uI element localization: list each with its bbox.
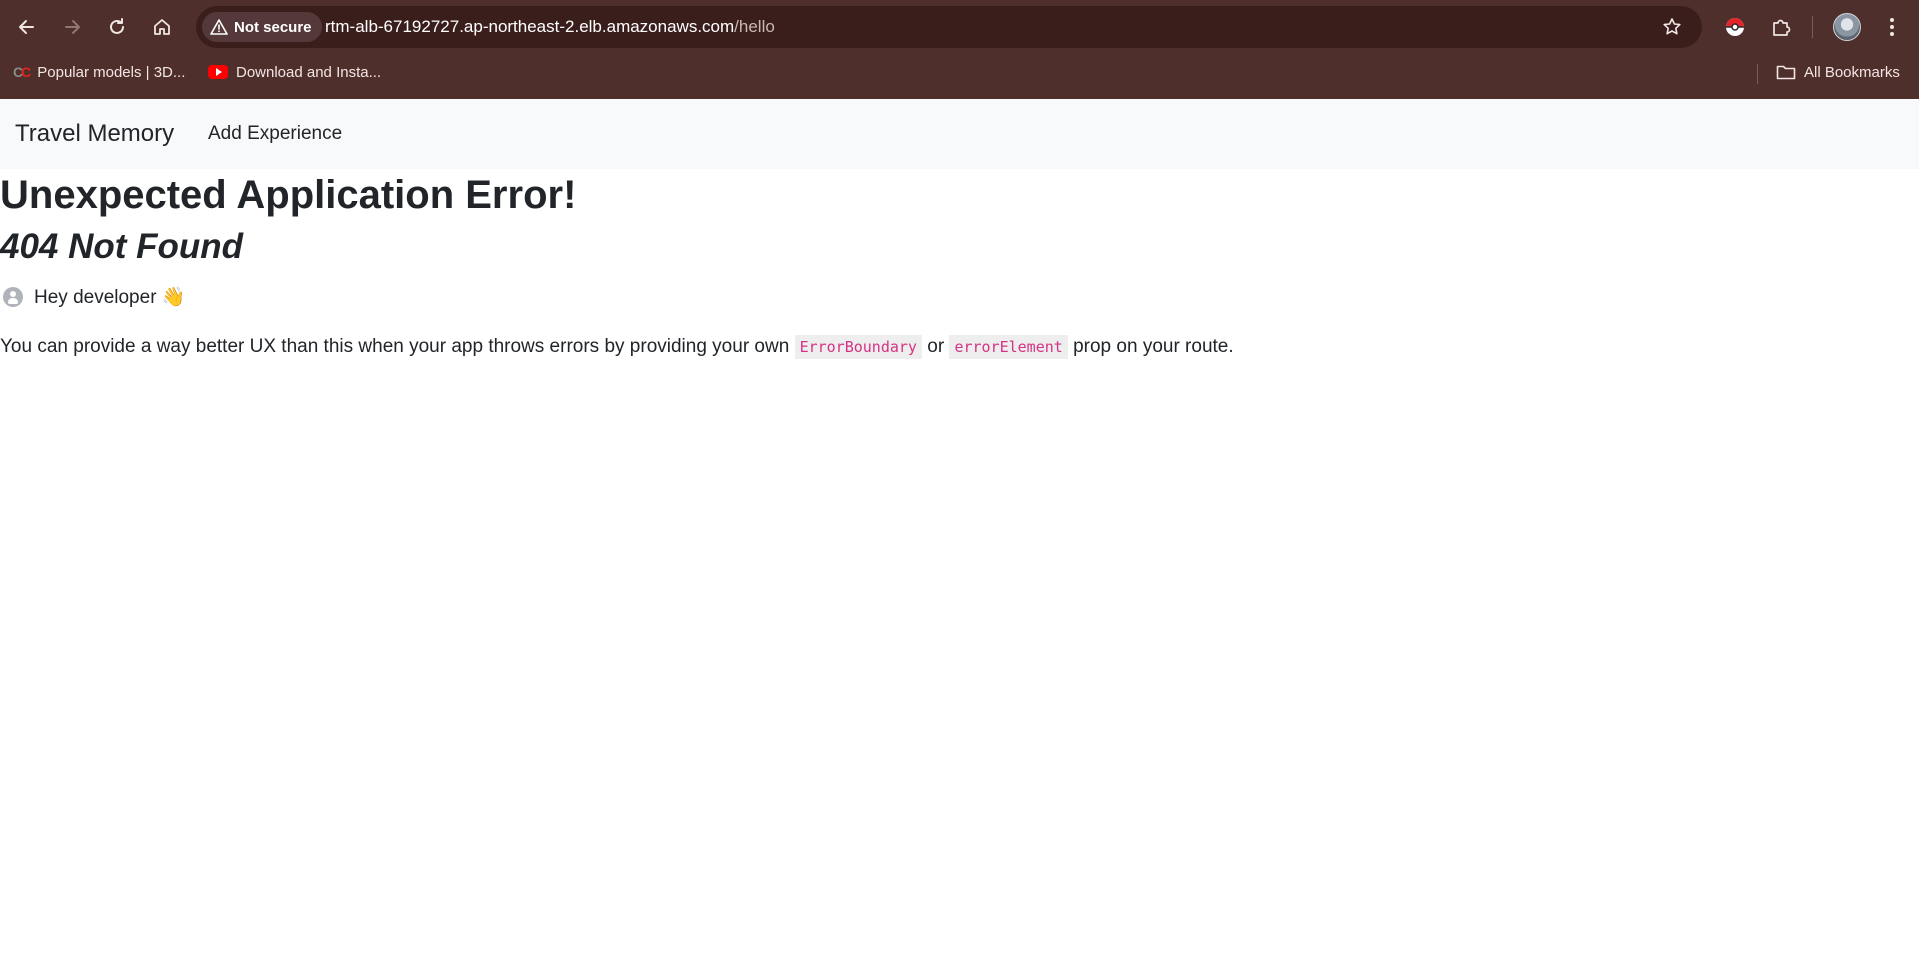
help-text-mid: or [927,336,945,357]
waving-hand-icon: 👋 [161,287,186,308]
avatar [1833,13,1861,41]
pokeball-icon [1726,18,1744,36]
forward-button[interactable] [54,9,90,45]
error-help-text: You can provide a way better UX than thi… [0,332,1234,362]
developer-greeting: Hey developer 👋 [0,283,185,311]
help-text-start: You can provide a way better UX than thi… [0,336,790,357]
all-bookmarks-label: All Bookmarks [1804,63,1900,81]
brand-link[interactable]: Travel Memory [15,99,174,169]
bookmark-item-popular-models[interactable]: CC Popular models | 3D... [13,58,185,86]
app-navbar: Travel Memory Add Experience [0,99,1919,169]
profile-button[interactable] [1829,9,1865,45]
bookmarks-divider [1757,64,1758,84]
bookmark-label: Popular models | 3D... [37,63,186,81]
security-label: Not secure [234,18,312,36]
reload-button[interactable] [99,9,135,45]
all-bookmarks-button[interactable]: All Bookmarks [1776,58,1900,86]
url-host: rtm-alb-67192727.ap-northeast-2.elb.amaz… [325,17,735,36]
cc-logo-icon: CC [13,64,31,80]
browser-menu-button[interactable] [1874,9,1910,45]
address-bar[interactable]: Not secure rtm-alb-67192727.ap-northeast… [196,6,1702,48]
bookmarks-bar: CC Popular models | 3D... Download and I… [0,54,1919,92]
home-button[interactable] [144,9,180,45]
url-path: /hello [734,17,775,36]
back-button[interactable] [9,9,45,45]
arrow-right-icon [65,20,80,34]
code-error-element: errorElement [949,335,1068,359]
help-text-end: prop on your route. [1073,336,1234,357]
error-title: Unexpected Application Error! [0,173,577,217]
star-icon [1663,18,1681,35]
code-error-boundary: ErrorBoundary [794,335,922,359]
puzzle-icon [1773,19,1791,36]
folder-icon [1776,65,1796,80]
warning-icon [210,19,228,35]
toolbar-divider [1812,16,1813,38]
home-icon [154,19,170,35]
greeting-text: Hey developer [34,287,157,308]
bookmark-item-download[interactable]: Download and Insta... [208,58,381,86]
youtube-icon [208,65,228,79]
extensions-button[interactable] [1763,9,1799,45]
nav-link-add-experience[interactable]: Add Experience [208,99,342,169]
browser-chrome: Not secure rtm-alb-67192727.ap-northeast… [0,0,1919,99]
security-indicator[interactable]: Not secure [202,12,322,42]
bookmark-star-button[interactable] [1656,11,1688,43]
browser-toolbar: Not secure rtm-alb-67192727.ap-northeast… [0,0,1919,54]
reload-icon [110,18,124,34]
person-icon [3,287,23,307]
bookmark-label: Download and Insta... [236,63,382,81]
arrow-left-icon [19,20,34,34]
error-status: 404 Not Found [0,227,244,266]
kebab-menu-icon [1890,18,1894,36]
extension-pokeball-button[interactable] [1717,9,1753,45]
url-text[interactable]: rtm-alb-67192727.ap-northeast-2.elb.amaz… [325,6,775,48]
